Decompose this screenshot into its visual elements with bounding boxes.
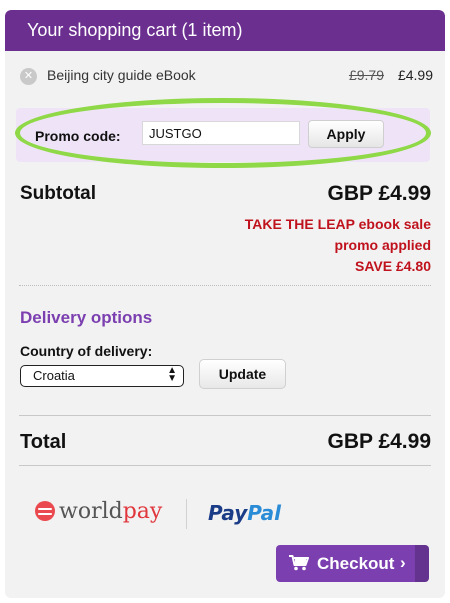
worldpay-icon	[35, 501, 55, 521]
promo-applied-message: TAKE THE LEAP ebook sale promo applied S…	[171, 214, 431, 277]
promo-message-line: promo applied	[334, 237, 431, 253]
checkout-label: Checkout	[317, 554, 395, 573]
divider	[19, 465, 431, 466]
promo-message-line: TAKE THE LEAP ebook sale	[244, 216, 431, 232]
worldpay-text-a: world	[59, 499, 123, 524]
paypal-text-b: Pal	[247, 501, 282, 525]
close-icon: ✕	[23, 70, 34, 82]
remove-item-button[interactable]: ✕	[20, 68, 37, 85]
item-name: Beijing city guide eBook	[47, 67, 196, 83]
shopping-cart-icon	[289, 555, 309, 571]
promo-code-label: Promo code:	[35, 128, 121, 144]
worldpay-logo: worldpay	[35, 499, 162, 529]
paypal-logo: PayPal	[208, 501, 281, 525]
divider	[19, 415, 431, 416]
cart-item: ✕ Beijing city guide eBook £9.79 £4.99	[5, 66, 445, 90]
checkout-button[interactable]: Checkout ›	[276, 545, 429, 582]
promo-message-line: SAVE £4.80	[354, 258, 431, 274]
delivery-options-heading: Delivery options	[20, 308, 153, 327]
logo-divider	[186, 499, 187, 529]
chevron-right-icon: ›	[400, 553, 406, 572]
apply-promo-button[interactable]: Apply	[308, 120, 384, 148]
total-value: GBP £4.99	[327, 430, 431, 453]
item-original-price: £9.79	[348, 67, 384, 83]
dotted-divider	[19, 285, 431, 286]
promo-code-input[interactable]	[142, 121, 300, 145]
subtotal-value: GBP £4.99	[327, 182, 431, 205]
subtotal-label: Subtotal	[20, 183, 96, 204]
update-delivery-button[interactable]: Update	[199, 359, 286, 389]
paypal-text-a: Pay	[208, 501, 248, 525]
shopping-cart-panel: Your shopping cart (1 item) ✕ Beijing ci…	[5, 10, 445, 598]
country-of-delivery-label: Country of delivery:	[20, 343, 153, 359]
cart-title: Your shopping cart (1 item)	[27, 20, 243, 40]
country-select[interactable]: Croatia ▲ ▼	[20, 365, 184, 387]
item-sale-price: £4.99	[397, 67, 433, 83]
cart-header: Your shopping cart (1 item)	[5, 10, 445, 51]
select-arrows-icon: ▲ ▼	[167, 365, 177, 384]
worldpay-text-b: pay	[122, 499, 163, 524]
total-label: Total	[20, 431, 67, 453]
country-selected-value: Croatia	[33, 368, 75, 383]
